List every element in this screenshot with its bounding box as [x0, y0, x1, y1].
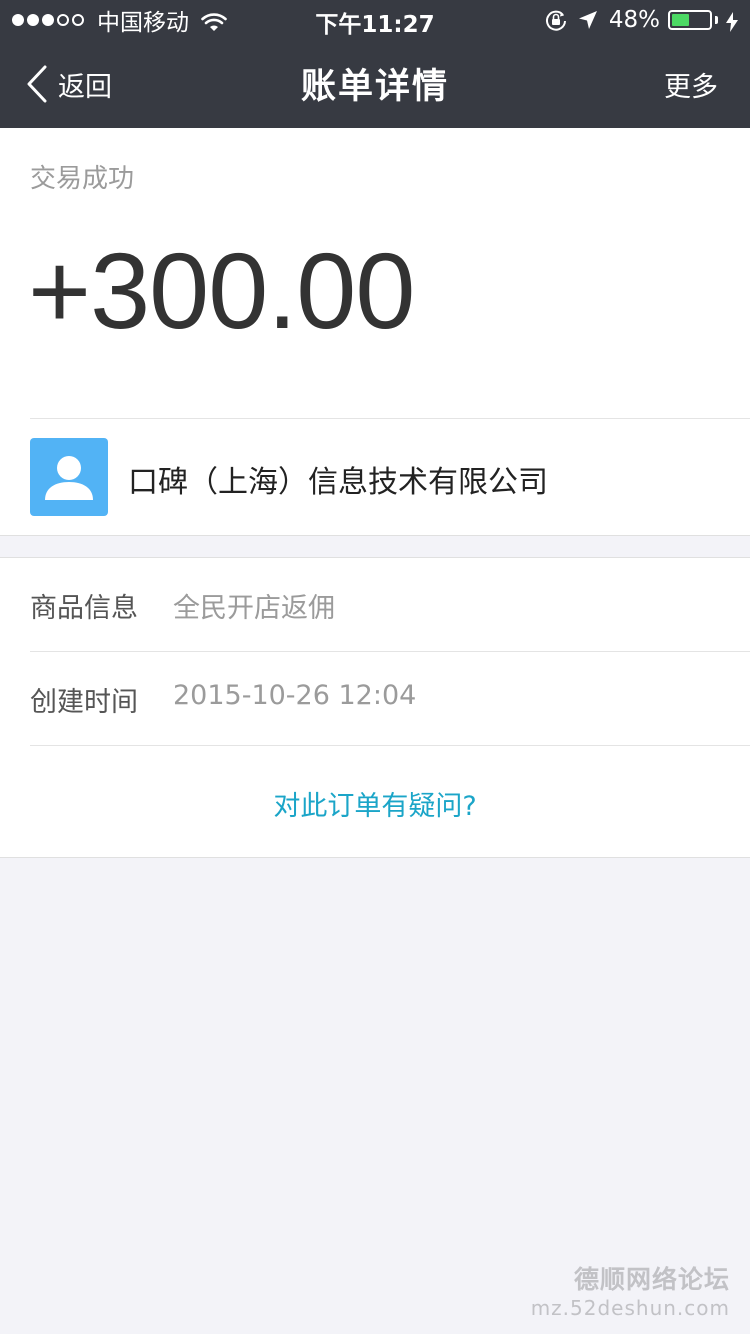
more-button[interactable]: 更多 — [664, 65, 718, 104]
watermark: 德顺网络论坛 mz.52deshun.com — [531, 1260, 730, 1320]
created-time-value: 2015-10-26 12:04 — [173, 680, 417, 711]
transaction-summary-card: 交易成功 +300.00 口碑（上海）信息技术有限公司 — [0, 128, 750, 536]
battery-level-fill — [672, 14, 689, 26]
battery-percentage: 48% — [608, 7, 660, 33]
watermark-title: 德顺网络论坛 — [573, 1265, 730, 1294]
header: 中国移动 下午11:27 48% 返回 账单详情 更多 — [0, 0, 750, 128]
location-arrow-icon — [577, 9, 599, 31]
created-time-row: 创建时间 2015-10-26 12:04 — [0, 652, 750, 746]
merchant-row[interactable]: 口碑（上海）信息技术有限公司 — [0, 419, 750, 536]
watermark-url: mz.52deshun.com — [530, 1296, 730, 1320]
divider — [0, 535, 750, 536]
battery-tip — [715, 16, 718, 24]
orientation-lock-icon — [545, 9, 567, 31]
status-bar: 中国移动 下午11:27 48% — [0, 0, 750, 40]
status-bar-right: 48% — [545, 6, 738, 34]
divider — [30, 745, 750, 746]
page-title: 账单详情 — [300, 67, 449, 107]
transaction-amount: +300.00 — [28, 230, 415, 351]
product-info-value: 全民开店返佣 — [173, 593, 335, 624]
battery-icon — [668, 10, 712, 30]
order-question-link[interactable]: 对此订单有疑问? — [0, 784, 750, 823]
created-time-label: 创建时间 — [30, 687, 138, 718]
product-info-row: 商品信息 全民开店返佣 — [0, 558, 750, 652]
order-detail-card: 商品信息 全民开店返佣 创建时间 2015-10-26 12:04 对此订单有疑… — [0, 557, 750, 858]
merchant-name: 口碑（上海）信息技术有限公司 — [128, 465, 548, 500]
product-info-label: 商品信息 — [30, 593, 138, 624]
transaction-status: 交易成功 — [30, 164, 135, 194]
nav-bar: 返回 账单详情 更多 — [0, 40, 750, 128]
user-avatar-icon — [30, 438, 108, 516]
charging-bolt-icon — [726, 10, 738, 32]
